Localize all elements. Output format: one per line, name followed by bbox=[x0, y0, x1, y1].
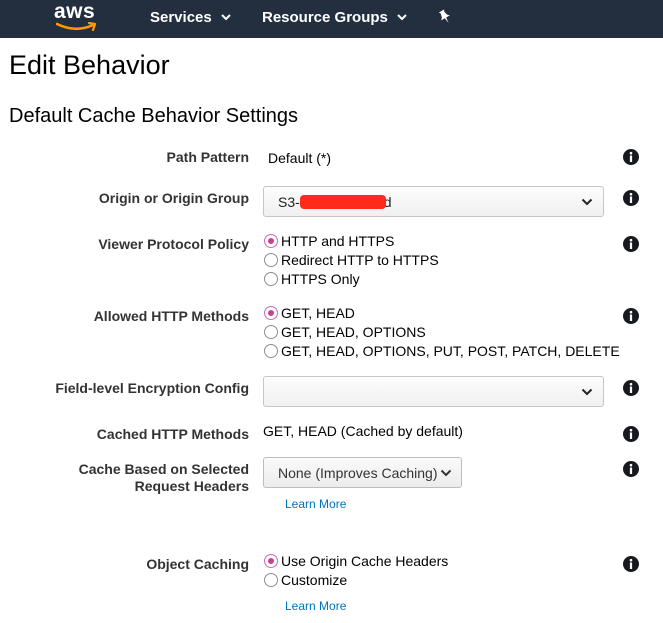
info-icon[interactable] bbox=[623, 556, 639, 572]
learn-more-link[interactable]: Learn More bbox=[285, 599, 346, 613]
section-title: Default Cache Behavior Settings bbox=[9, 105, 299, 127]
cache-headers-label-line2: Request Headers bbox=[134, 478, 249, 494]
info-icon[interactable] bbox=[623, 236, 639, 252]
resource-groups-label: Resource Groups bbox=[262, 9, 388, 26]
object-caching-option[interactable]: Customize bbox=[264, 571, 347, 589]
aws-logo-text: aws bbox=[54, 0, 96, 23]
info-icon[interactable] bbox=[623, 190, 639, 206]
learn-more-link[interactable]: Learn More bbox=[285, 497, 346, 511]
viewer-protocol-option[interactable]: HTTPS Only bbox=[264, 270, 360, 288]
option-label: HTTPS Only bbox=[281, 271, 360, 287]
cache-headers-value: None (Improves Caching) bbox=[278, 465, 438, 481]
cache-headers-label: Cache Based on Selected Request Headers bbox=[79, 461, 249, 495]
chevron-down-icon bbox=[397, 14, 407, 21]
cached-methods-value: GET, HEAD (Cached by default) bbox=[263, 423, 463, 439]
option-label: Customize bbox=[281, 572, 348, 588]
info-icon[interactable] bbox=[623, 308, 639, 324]
radio-button[interactable] bbox=[264, 554, 278, 568]
viewer-protocol-option[interactable]: Redirect HTTP to HTTPS bbox=[264, 251, 439, 269]
allowed-methods-option[interactable]: GET, HEAD bbox=[264, 304, 355, 322]
option-label: HTTP and HTTPS bbox=[281, 233, 395, 249]
option-label: Use Origin Cache Headers bbox=[281, 553, 449, 569]
option-label: GET, HEAD, OPTIONS, PUT, POST, PATCH, DE… bbox=[281, 343, 620, 359]
option-label: GET, HEAD bbox=[281, 305, 355, 321]
chevron-down-icon bbox=[221, 14, 231, 21]
allowed-methods-label: Allowed HTTP Methods bbox=[93, 308, 249, 324]
origin-value-prefix: S3- bbox=[278, 194, 300, 210]
object-caching-label: Object Caching bbox=[146, 556, 249, 572]
aws-logo[interactable]: aws bbox=[54, 0, 100, 36]
cached-methods-label: Cached HTTP Methods bbox=[96, 426, 249, 442]
option-label: Redirect HTTP to HTTPS bbox=[281, 252, 439, 268]
radio-button[interactable] bbox=[264, 344, 278, 358]
radio-button[interactable] bbox=[264, 272, 278, 286]
option-label: GET, HEAD, OPTIONS bbox=[281, 324, 426, 340]
viewer-protocol-label: Viewer Protocol Policy bbox=[98, 236, 249, 252]
chevron-down-icon bbox=[581, 388, 593, 396]
radio-button[interactable] bbox=[264, 325, 278, 339]
cache-headers-label-line1: Cache Based on Selected bbox=[78, 461, 249, 477]
chevron-down-icon bbox=[581, 198, 593, 206]
path-pattern-value: Default (*) bbox=[268, 150, 332, 166]
cache-headers-select[interactable]: None (Improves Caching) bbox=[263, 457, 462, 488]
services-label: Services bbox=[150, 9, 212, 26]
origin-label: Origin or Origin Group bbox=[98, 190, 249, 206]
services-menu[interactable]: Services bbox=[150, 9, 231, 26]
radio-button[interactable] bbox=[264, 306, 278, 320]
pin-icon[interactable] bbox=[437, 9, 453, 25]
aws-smile-icon bbox=[56, 22, 97, 32]
radio-button[interactable] bbox=[264, 573, 278, 587]
path-pattern-label: Path Pattern bbox=[166, 149, 249, 165]
radio-button[interactable] bbox=[264, 234, 278, 248]
info-icon[interactable] bbox=[623, 149, 639, 165]
info-icon[interactable] bbox=[623, 461, 639, 477]
chevron-down-icon bbox=[440, 469, 452, 477]
redaction-mark bbox=[300, 195, 386, 209]
object-caching-option[interactable]: Use Origin Cache Headers bbox=[264, 552, 448, 570]
fle-config-select[interactable] bbox=[263, 376, 604, 407]
page-title: Edit Behavior bbox=[9, 50, 170, 80]
allowed-methods-option[interactable]: GET, HEAD, OPTIONS bbox=[264, 323, 426, 341]
resource-groups-menu[interactable]: Resource Groups bbox=[262, 9, 407, 26]
fle-config-label: Field-level Encryption Config bbox=[55, 380, 249, 396]
info-icon[interactable] bbox=[623, 380, 639, 396]
radio-button[interactable] bbox=[264, 253, 278, 267]
allowed-methods-option[interactable]: GET, HEAD, OPTIONS, PUT, POST, PATCH, DE… bbox=[264, 342, 620, 360]
viewer-protocol-option[interactable]: HTTP and HTTPS bbox=[264, 232, 394, 250]
info-icon[interactable] bbox=[623, 426, 639, 442]
top-navigation-bar: aws Services Resource Groups bbox=[0, 0, 663, 38]
